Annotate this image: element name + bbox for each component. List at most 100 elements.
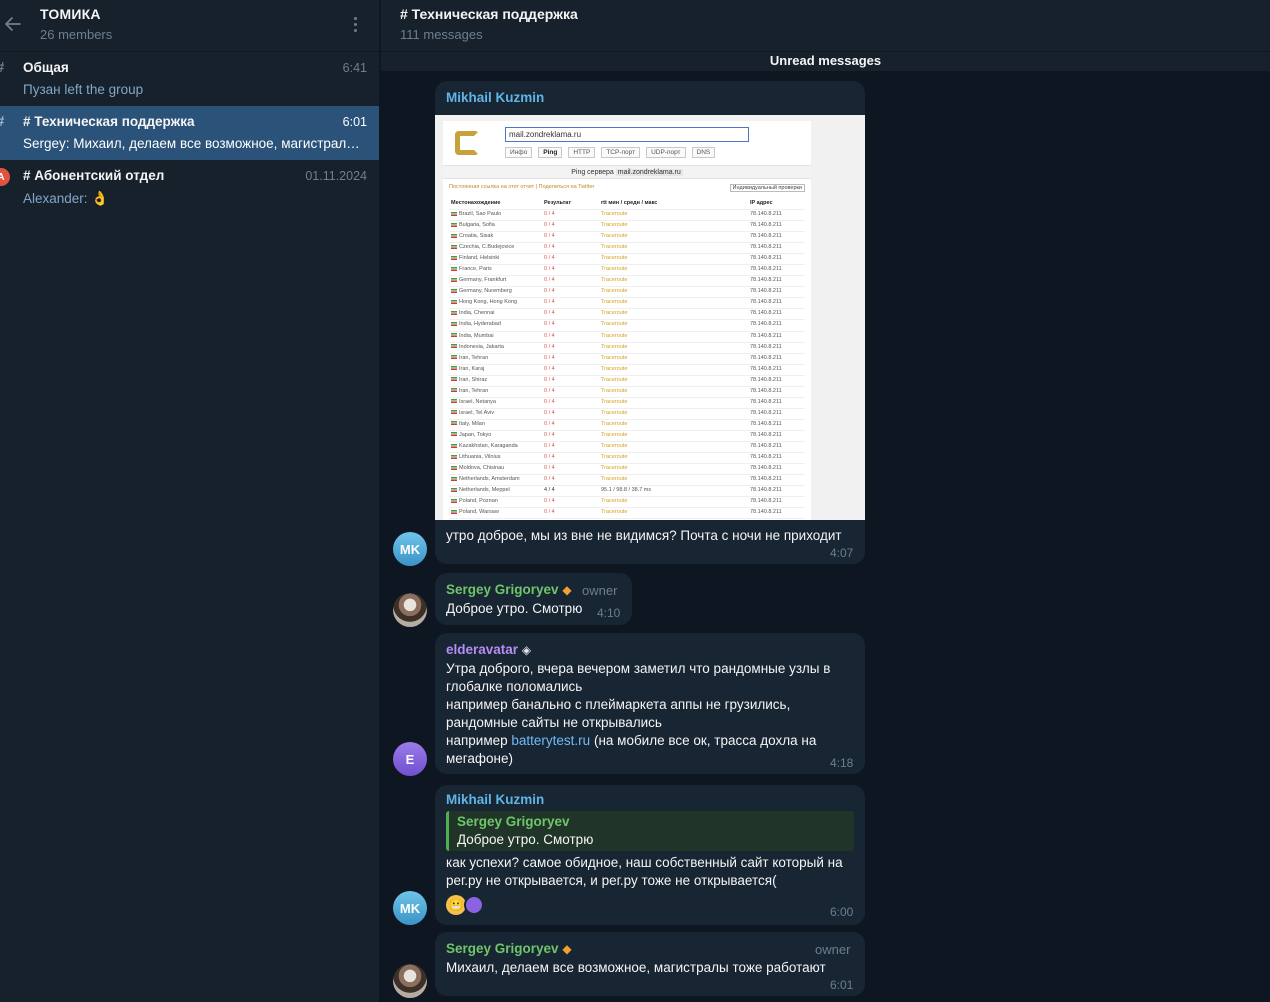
location-text: Iran, Shiraz — [459, 376, 488, 383]
table-cell: 78.140.8.211 — [750, 288, 782, 295]
flag-icon — [451, 222, 457, 227]
table-cell: Traceroute — [601, 376, 628, 383]
avatar[interactable] — [393, 593, 427, 627]
table-cell: Traceroute — [601, 266, 628, 273]
table-row: Iran, Tehran 0 / 4 Traceroute 78.140.8.211 — [449, 387, 805, 398]
table-cell: 0 / 4 — [544, 288, 555, 295]
table-row: Iran, Karaj 0 / 4 Traceroute 78.140.8.211 — [449, 365, 805, 376]
sender-name[interactable]: Mikhail Kuzmin — [446, 90, 544, 105]
message-text: утро доброе, мы из вне не видимся? Почта… — [446, 528, 842, 543]
flag-icon — [451, 333, 457, 338]
table-row: India, Mumbai 0 / 4 Traceroute 78.140.8.211 — [449, 332, 805, 343]
flag-icon — [451, 388, 457, 393]
chat-header[interactable]: # Техническая поддержка 111 messages — [381, 0, 1270, 52]
topic-item-subscriber-dept[interactable]: A # Абонентский отдел 01.11.2024 Alexand… — [0, 160, 379, 214]
message-time: 4:18 — [830, 756, 854, 770]
table-cell: Moldova, Chisinau — [451, 465, 504, 471]
message-time: 4:07 — [830, 546, 854, 560]
sender-name-text: elderavatar — [446, 642, 519, 657]
sender-name[interactable]: Sergey Grigoryev ◆ — [446, 941, 572, 956]
table-row: Finland, Helsinki 0 / 4 Traceroute 78.140.8… — [449, 254, 805, 266]
table-row: Israel, Tel Aviv 0 / 4 Traceroute 78.140.8.… — [449, 409, 805, 420]
more-menu-icon[interactable] — [344, 13, 366, 35]
flag-icon — [451, 454, 457, 459]
reactions[interactable]: 😬 — [446, 895, 484, 915]
table-cell: Traceroute — [601, 409, 628, 416]
message-count: 111 messages — [400, 27, 483, 42]
flag-icon — [451, 476, 457, 481]
reply-quote[interactable]: Sergey Grigoryev Доброе утро. Смотрю — [446, 811, 854, 851]
location-text: India, Chennai — [459, 310, 495, 317]
avatar[interactable]: MK — [393, 891, 427, 925]
table-cell: 78.140.8.211 — [750, 387, 782, 394]
location-text: Netherlands, Amsterdam — [459, 476, 520, 483]
flag-icon — [451, 399, 457, 404]
table-cell: Netherlands, Meppel — [451, 487, 510, 493]
table-cell: Traceroute — [601, 277, 628, 284]
table-cell: 0 / 4 — [544, 321, 555, 328]
custom-check-button: Индивидуальный проверки — [729, 184, 805, 192]
table-cell: Traceroute — [601, 476, 628, 483]
table-cell: 0 / 4 — [544, 222, 555, 229]
table-cell: Traceroute — [601, 509, 628, 516]
table-cell: 78.140.8.211 — [750, 487, 782, 494]
location-text: Israel, Netanya — [459, 398, 496, 405]
table-row: Hong Kong, Hong Kong 0 / 4 Traceroute 78.14… — [449, 298, 805, 310]
flag-icon — [451, 421, 457, 426]
table-cell: Traceroute — [601, 498, 628, 505]
sender-name[interactable]: Sergey Grigoryev ◆ — [446, 582, 572, 597]
telegram-window: ТОМИКА 26 members # Общая 6:41 Пузан lef… — [0, 0, 1270, 1002]
table-cell: Traceroute — [601, 454, 628, 461]
location-text: Czechia, C.Budejovice — [459, 244, 515, 251]
tab-dns: DNS — [691, 147, 716, 158]
flag-icon — [451, 465, 457, 470]
topic-time: 01.11.2024 — [305, 169, 367, 183]
message-text: Михаил, делаем все возможное, магистралы… — [446, 960, 826, 975]
table-row: Netherlands, Meppel 4 / 4 95.1 / 98.8 / 38… — [449, 486, 805, 498]
table-cell: 78.140.8.211 — [750, 299, 782, 306]
topic-item-general[interactable]: # Общая 6:41 Пузан left the group — [0, 52, 379, 106]
table-cell: Traceroute — [601, 255, 628, 262]
location-text: India, Hyderabad — [459, 321, 501, 328]
screenshot-image[interactable]: mail.zondreklama.ru Инфо Ping HTTP TCP-п… — [435, 115, 865, 520]
topic-preview: Sergey: Михаил, делаем все возможное, ма… — [23, 136, 368, 151]
column-header: rtt мин / средн / макс — [601, 200, 658, 206]
back-arrow-icon[interactable] — [2, 13, 24, 35]
location-text: Lithuania, Vilnius — [459, 454, 501, 461]
flag-icon — [451, 211, 457, 216]
topics-sidebar: ТОМИКА 26 members # Общая 6:41 Пузан lef… — [0, 0, 380, 1002]
fish-emoji-icon: ◈ — [521, 643, 532, 657]
table-cell: 78.140.8.211 — [750, 454, 782, 461]
unread-messages-divider: Unread messages — [381, 52, 1270, 71]
message-time: 6:00 — [830, 905, 854, 919]
owner-badge: owner — [582, 583, 618, 598]
table-cell: Traceroute — [601, 398, 628, 405]
sender-name[interactable]: Mikhail Kuzmin — [446, 792, 544, 807]
location-text: France, Paris — [459, 266, 492, 273]
reply-text: Доброе утро. Смотрю — [457, 832, 594, 847]
table-cell: 0 / 4 — [544, 409, 555, 416]
location-text: Moldova, Chisinau — [459, 465, 505, 472]
location-text: Brazil, Sao Paulo — [459, 211, 502, 217]
avatar[interactable]: E — [393, 742, 427, 776]
text-prefix: например — [446, 733, 508, 748]
table-cell: 0 / 4 — [544, 211, 555, 217]
tab-http: HTTP — [568, 147, 596, 158]
message-text: Доброе утро. Смотрю — [446, 601, 583, 616]
topic-item-tech-support[interactable]: # # Техническая поддержка 6:01 Sergey: М… — [0, 106, 379, 160]
table-cell: Traceroute — [601, 387, 628, 394]
table-cell: Iran, Tehran — [451, 388, 488, 394]
text-line: Утра доброго, вчера вечером заметил что … — [446, 661, 831, 676]
grimace-reaction-icon[interactable]: 😬 — [446, 895, 466, 915]
sender-name[interactable]: elderavatar ◈ — [446, 642, 531, 657]
avatar[interactable]: MK — [393, 532, 427, 566]
flag-icon — [451, 255, 457, 260]
avatar[interactable] — [393, 964, 427, 998]
hashtag-icon: # — [0, 114, 12, 130]
table-header: Местонахождение Результат rtt мин / сред… — [449, 199, 805, 210]
table-row: Israel, Netanya 0 / 4 Traceroute 78.140.8.2… — [449, 398, 805, 409]
message-link[interactable]: batterytest.ru — [511, 733, 590, 748]
table-cell: 78.140.8.211 — [750, 442, 782, 449]
crown-cat-emoji-icon: ◆ — [562, 942, 572, 956]
table-row: Iran, Shiraz 0 / 4 Traceroute 78.140.8.211 — [449, 376, 805, 387]
